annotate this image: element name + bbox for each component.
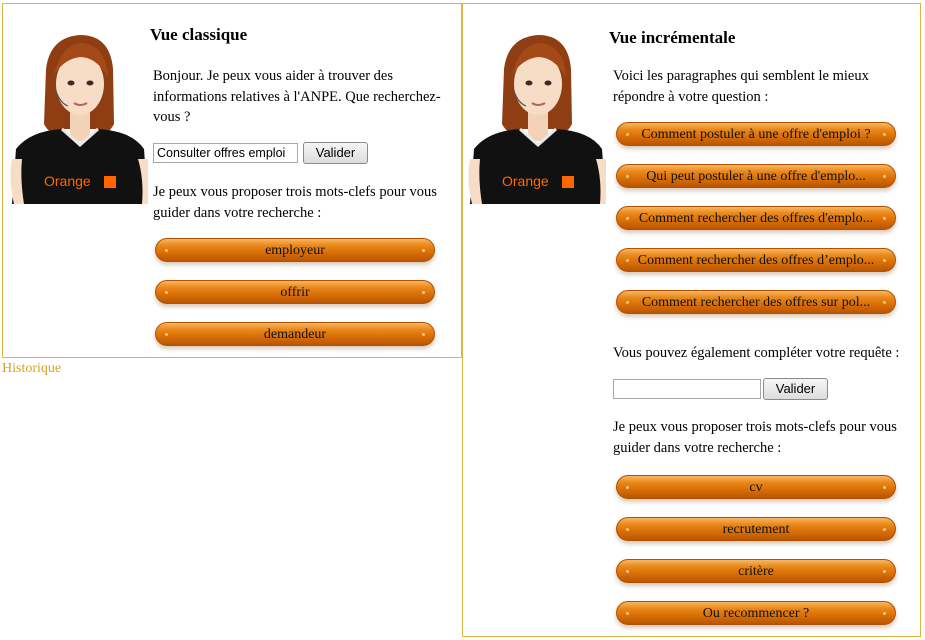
submit-button[interactable]: Valider: [763, 378, 828, 400]
history-link[interactable]: Historique: [2, 361, 61, 377]
restart-button[interactable]: Ou recommencer ?: [616, 601, 896, 625]
assistant-avatar: Orange: [10, 29, 148, 204]
keywords-intro: Je peux vous proposer trois mots-clefs p…: [613, 419, 897, 456]
answer-button-4[interactable]: Comment rechercher des offres d’emplo...: [616, 248, 896, 272]
keyword-button-demandeur[interactable]: demandeur: [155, 322, 435, 346]
complete-query-text: Vous pouvez également compléter votre re…: [613, 345, 900, 361]
question-input[interactable]: [153, 143, 298, 163]
keywords-intro: Je peux vous proposer trois mots-clefs p…: [153, 184, 437, 221]
classic-view-panel: Orange Vue classique Bonjour. Je peux vo…: [2, 3, 462, 358]
answer-button-1[interactable]: Comment postuler à une offre d'emploi ?: [616, 122, 896, 146]
panel-title: Vue incrémentale: [609, 28, 736, 47]
shirt-logo-text: Orange: [44, 173, 91, 189]
keyword-button-employeur[interactable]: employeur: [155, 238, 435, 262]
keyword-button-critere[interactable]: critère: [616, 559, 896, 583]
answer-button-2[interactable]: Qui peut postuler à une offre d'emplo...: [616, 164, 896, 188]
panel-title: Vue classique: [150, 25, 248, 44]
answer-button-5[interactable]: Comment rechercher des offres sur pol...: [616, 290, 896, 314]
submit-button[interactable]: Valider: [303, 142, 368, 164]
assistant-avatar: Orange: [468, 29, 606, 204]
greeting-text: Bonjour. Je peux vous aider à trouver de…: [153, 68, 441, 125]
keyword-button-offrir[interactable]: offrir: [155, 280, 435, 304]
answers-intro: Voici les paragraphes qui semblent le mi…: [613, 68, 869, 105]
complete-query-input[interactable]: [613, 379, 761, 399]
incremental-view-panel: Orange Vue incrémentale Voici les paragr…: [462, 3, 921, 637]
keyword-button-recrutement[interactable]: recrutement: [616, 517, 896, 541]
shirt-logo-text: Orange: [502, 173, 549, 189]
answer-button-3[interactable]: Comment rechercher des offres d'emplo...: [616, 206, 896, 230]
keyword-button-cv[interactable]: cv: [616, 475, 896, 499]
